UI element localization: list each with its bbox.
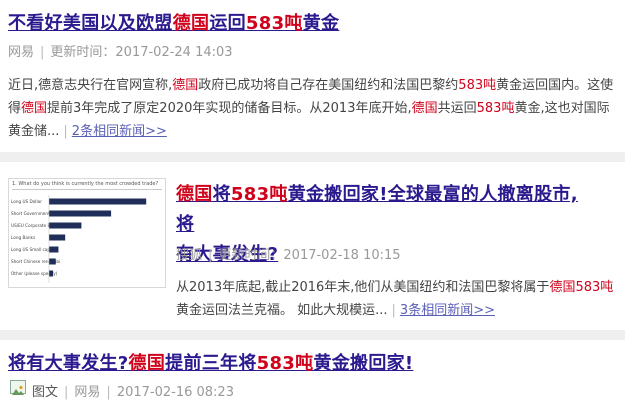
thumbnail-bar <box>49 198 147 205</box>
thumbnail-bar-label: Long Banks <box>11 235 35 240</box>
thumbnail-bar <box>49 234 66 241</box>
update-time: 更新时间：2017-02-18 10:15 <box>218 248 401 263</box>
thumbnail-bar <box>49 222 82 229</box>
same-news-link[interactable]: 3条相同新闻>> <box>400 303 495 318</box>
result-3-meta: 图文 | 网易 | 2017-02-16 08:23 <box>32 385 234 400</box>
thumbnail-bar <box>49 210 112 217</box>
result-1-title[interactable]: 不看好美国以及欧盟德国运回583吨黄金 <box>8 9 339 35</box>
thumbnail-bar-chart: Long US DollarShort Government BondsUS/E… <box>11 195 147 283</box>
image-icon <box>10 380 26 395</box>
thumbnail-bar <box>49 258 56 265</box>
thumbnail-bar <box>49 270 54 277</box>
separator <box>0 152 625 162</box>
update-time: 更新时间：2017-02-24 14:03 <box>50 45 233 60</box>
result-3-title[interactable]: 将有大事发生?德国提前三年将583吨黄金搬回家! <box>8 349 413 375</box>
result-2-meta: 搜狐 | 更新时间：2017-02-18 10:15 <box>176 248 401 263</box>
thumbnail-divider <box>12 189 162 190</box>
same-news-link[interactable]: 2条相同新闻>> <box>72 124 167 139</box>
separator <box>0 330 625 340</box>
source-label[interactable]: 网易 <box>74 385 100 400</box>
thumbnail-chart-title: 1. What do you think is currently the mo… <box>12 181 159 187</box>
thumbnail-bar-label: Long US Dollar <box>11 199 42 204</box>
source-label[interactable]: 搜狐 <box>176 248 202 263</box>
source-label[interactable]: 网易 <box>8 45 34 60</box>
result-1-snippet: 近日,德意志央行在官网宣称,德国政府已成功将自己存在美国纽约和法国巴黎约583吨… <box>8 78 614 139</box>
result-2-snippet: 从2013年底起,截止2016年末,他们从美国纽约和法国巴黎将属于德国583吨黄… <box>176 280 614 318</box>
thumbnail-bar-label: Long US Small cap <box>11 247 50 252</box>
content-type-label: 图文 <box>32 385 59 400</box>
result-2-thumbnail[interactable]: 1. What do you think is currently the mo… <box>8 178 166 288</box>
result-1-meta: 网易 | 更新时间：2017-02-24 14:03 <box>8 45 233 60</box>
update-time: 2017-02-16 08:23 <box>116 385 234 400</box>
thumbnail-bar <box>49 246 59 253</box>
